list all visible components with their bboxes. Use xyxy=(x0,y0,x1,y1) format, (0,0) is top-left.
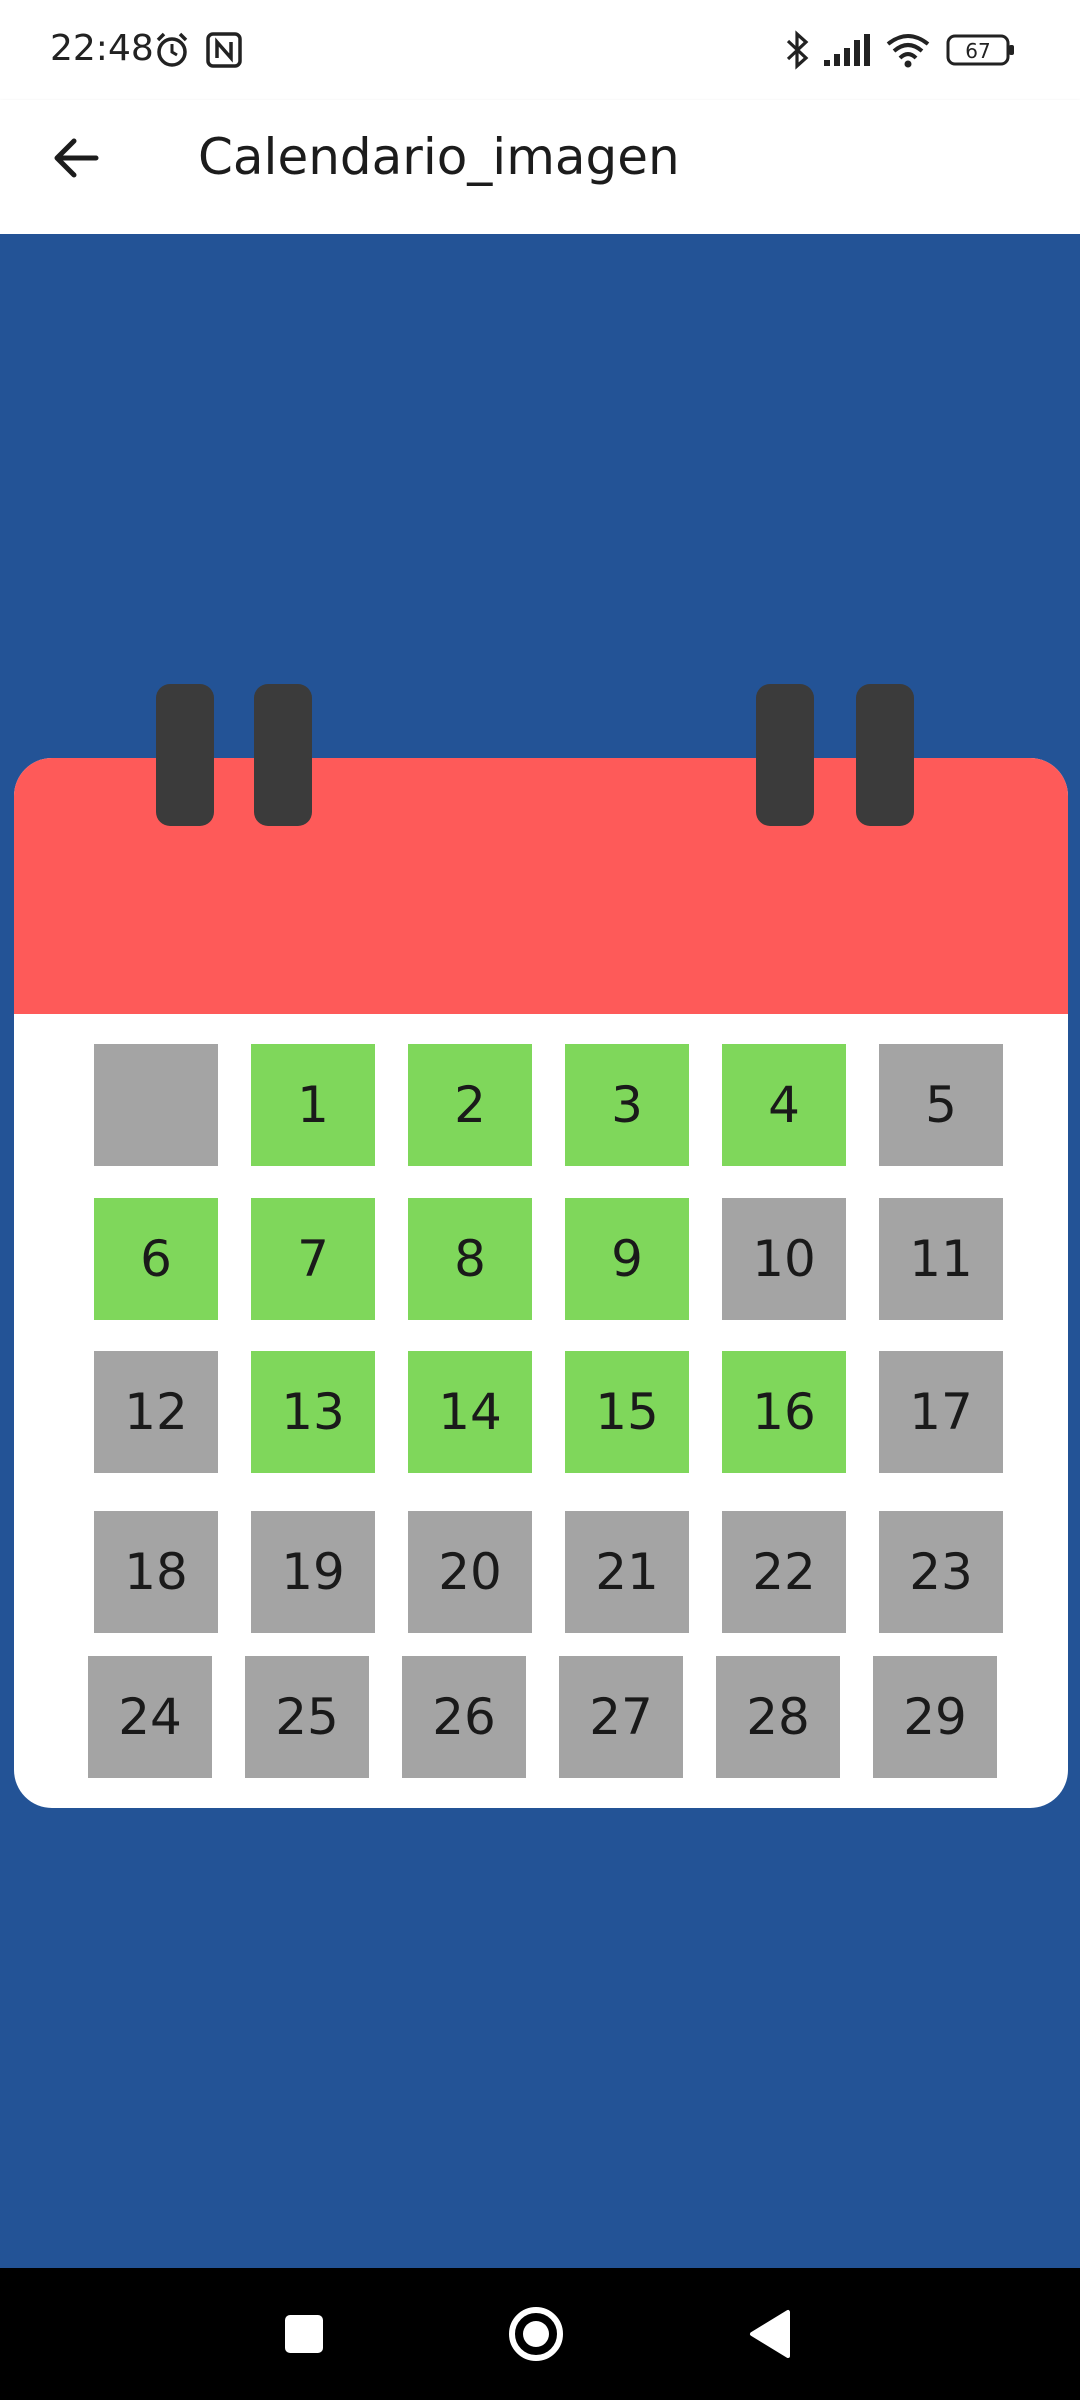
calendar-day-cell: 2 xyxy=(408,1044,532,1166)
calendar-day-cell: 22 xyxy=(722,1511,846,1633)
calendar-day-cell: 17 xyxy=(879,1351,1003,1473)
status-bar: 22:48 67 xyxy=(0,0,1080,100)
signal-icon xyxy=(822,30,872,74)
calendar-day-cell: 29 xyxy=(873,1656,997,1778)
calendar-day-cell: 10 xyxy=(722,1198,846,1320)
calendar-day-cell: 28 xyxy=(716,1656,840,1778)
battery-level: 67 xyxy=(965,39,990,63)
calendar-ring-icon xyxy=(156,684,214,826)
calendar-day-cell: 23 xyxy=(879,1511,1003,1633)
app-bar: Calendario_imagen xyxy=(0,100,1080,234)
content-area: 1 2 3 4 5 6 7 8 9 10 11 12 13 14 15 16 17 18 19 20 21 22 23 24 2… xyxy=(0,234,1080,2268)
calendar-day-cell: 18 xyxy=(94,1511,218,1633)
calendar-day-cell: 7 xyxy=(251,1198,375,1320)
calendar-day-cell: 15 xyxy=(565,1351,689,1473)
page-title: Calendario_imagen xyxy=(198,128,680,186)
bluetooth-icon xyxy=(780,30,814,74)
calendar-day-cell: 5 xyxy=(879,1044,1003,1166)
system-back-button[interactable] xyxy=(734,2298,806,2370)
screen: 22:48 67 Calendario_imagen 1 2 3 4 5 6 7… xyxy=(0,0,1080,2400)
calendar-day-cell: 11 xyxy=(879,1198,1003,1320)
calendar-day-cell: 9 xyxy=(565,1198,689,1320)
calendar-day-cell: 6 xyxy=(94,1198,218,1320)
calendar-day-cell: 26 xyxy=(402,1656,526,1778)
system-nav-bar xyxy=(0,2268,1080,2400)
calendar-day-cell: 19 xyxy=(251,1511,375,1633)
calendar-day-cell: 27 xyxy=(559,1656,683,1778)
calendar-day-cell: 1 xyxy=(251,1044,375,1166)
alarm-icon xyxy=(152,30,192,74)
calendar-ring-icon xyxy=(756,684,814,826)
calendar-ring-icon xyxy=(254,684,312,826)
status-time: 22:48 xyxy=(50,28,154,69)
battery-icon: 67 xyxy=(946,32,1016,72)
calendar-day-cell: 25 xyxy=(245,1656,369,1778)
back-button[interactable] xyxy=(40,122,112,194)
home-circle-icon xyxy=(509,2307,563,2361)
calendar-day-cell: 8 xyxy=(408,1198,532,1320)
calendar-image: 1 2 3 4 5 6 7 8 9 10 11 12 13 14 15 16 17 18 19 20 21 22 23 24 2… xyxy=(14,684,1068,1808)
home-button[interactable] xyxy=(500,2298,572,2370)
calendar-day-cell: 20 xyxy=(408,1511,532,1633)
calendar-day-cell: 16 xyxy=(722,1351,846,1473)
calendar-day-cell: 12 xyxy=(94,1351,218,1473)
calendar-day-cell: 4 xyxy=(722,1044,846,1166)
calendar-day-cell: 14 xyxy=(408,1351,532,1473)
calendar-day-cell: 13 xyxy=(251,1351,375,1473)
nfc-icon xyxy=(204,30,244,74)
recents-square-icon xyxy=(285,2315,323,2353)
calendar-day-cell: 21 xyxy=(565,1511,689,1633)
wifi-icon xyxy=(884,30,932,74)
calendar-ring-icon xyxy=(856,684,914,826)
calendar-day-cell: 3 xyxy=(565,1044,689,1166)
recents-button[interactable] xyxy=(268,2298,340,2370)
back-triangle-icon xyxy=(750,2310,790,2358)
calendar-day-cell xyxy=(94,1044,218,1166)
calendar-day-cell: 24 xyxy=(88,1656,212,1778)
arrow-left-icon xyxy=(54,138,99,178)
